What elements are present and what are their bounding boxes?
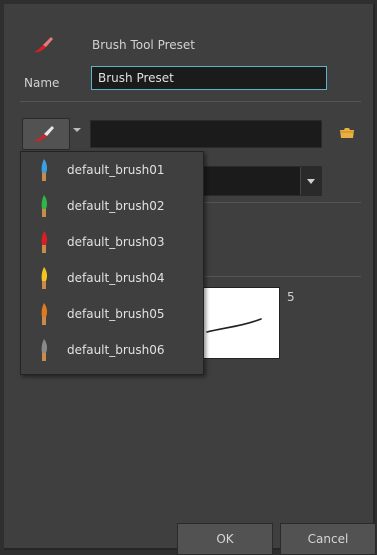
dialog-title: Brush Tool Preset: [92, 38, 195, 52]
preset-item-label: default_brush05: [67, 307, 165, 321]
preset-item-default-brush06[interactable]: default_brush06: [21, 332, 203, 368]
preset-item-default-brush04[interactable]: default_brush04: [21, 260, 203, 296]
chevron-down-icon[interactable]: [73, 128, 81, 132]
brush-icon: [34, 37, 53, 53]
brush-icon: [41, 195, 48, 217]
divider: [20, 101, 361, 102]
brush-icon: [41, 267, 48, 289]
preset-item-label: default_brush02: [67, 199, 165, 213]
preset-name-field[interactable]: [90, 120, 322, 148]
cancel-button[interactable]: Cancel: [280, 523, 376, 555]
preset-item-default-brush01[interactable]: default_brush01: [21, 152, 203, 188]
preset-item-label: default_brush01: [67, 163, 165, 177]
ok-button[interactable]: OK: [177, 523, 273, 555]
brush-icon: [41, 339, 48, 361]
stroke-preview: [202, 287, 280, 359]
brush-icon: [41, 159, 48, 181]
folder-icon[interactable]: [339, 126, 355, 140]
preset-item-default-brush03[interactable]: default_brush03: [21, 224, 203, 260]
name-label: Name: [24, 76, 60, 90]
name-input[interactable]: [91, 66, 327, 90]
divider: [202, 276, 361, 277]
brush-icon: [41, 303, 48, 325]
brush-type-select[interactable]: [202, 166, 322, 196]
chevron-down-icon[interactable]: [300, 167, 321, 195]
divider: [202, 202, 361, 203]
preset-item-label: default_brush04: [67, 271, 165, 285]
brush-icon: [41, 231, 48, 253]
preset-item-default-brush02[interactable]: default_brush02: [21, 188, 203, 224]
size-value: 5: [287, 290, 295, 304]
preset-item-label: default_brush06: [67, 343, 165, 357]
preset-item-default-brush05[interactable]: default_brush05: [21, 296, 203, 332]
preset-dropdown-menu: default_brush01 default_brush02 default_…: [20, 151, 204, 375]
preset-picker-button[interactable]: [22, 118, 70, 150]
brush-icon: [33, 126, 54, 142]
preset-item-label: default_brush03: [67, 235, 165, 249]
